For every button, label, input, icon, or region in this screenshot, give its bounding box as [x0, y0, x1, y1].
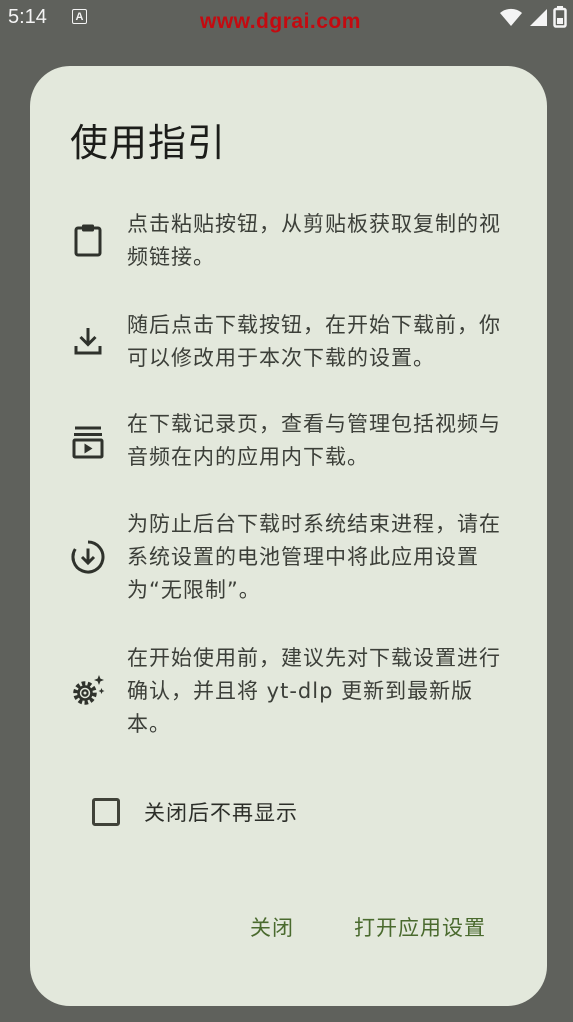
status-icons — [499, 5, 567, 29]
guide-text-settings: 在开始使用前，建议先对下载设置进行确认，并且将 yt-dlp 更新到最新版本。 — [127, 646, 501, 736]
user-guide-dialog: 使用指引 点击粘贴按钮，从剪贴板获取复制的视频链接。 随后点击下载按钮，在开始下… — [30, 66, 547, 1006]
guide-text-history: 在下载记录页，查看与管理包括视频与音频在内的应用内下载。 — [127, 412, 501, 469]
guide-text-paste: 点击粘贴按钮，从剪贴板获取复制的视频链接。 — [127, 212, 501, 269]
dont-show-again-checkbox[interactable] — [92, 798, 120, 826]
settings-sparkle-icon — [70, 673, 106, 709]
dont-show-again-label[interactable]: 关闭后不再显示 — [144, 797, 298, 827]
close-button[interactable]: 关闭 — [248, 906, 296, 950]
watermark: www.dgrai.com — [200, 10, 361, 33]
subscriptions-icon — [70, 424, 106, 460]
guide-text-download: 随后点击下载按钮，在开始下载前，你可以修改用于本次下载的设置。 — [127, 313, 501, 370]
status-bar: 5:14 A www.dgrai.com — [0, 0, 573, 40]
guide-text-battery: 为防止后台下载时系统结束进程，请在系统设置的电池管理中将此应用设置为“无限制”。 — [127, 512, 501, 602]
download-icon — [70, 323, 106, 359]
download-circle-icon — [70, 539, 106, 575]
clipboard-icon — [70, 222, 106, 258]
signal-icon — [530, 9, 547, 26]
wifi-icon — [500, 8, 522, 26]
dont-show-again-row[interactable]: 关闭后不再显示 — [90, 792, 298, 832]
notification-a-icon: A — [72, 9, 87, 24]
battery-icon — [553, 6, 567, 28]
status-time: 5:14 — [8, 6, 47, 28]
open-app-settings-button[interactable]: 打开应用设置 — [352, 906, 488, 950]
dialog-title: 使用指引 — [70, 121, 227, 165]
